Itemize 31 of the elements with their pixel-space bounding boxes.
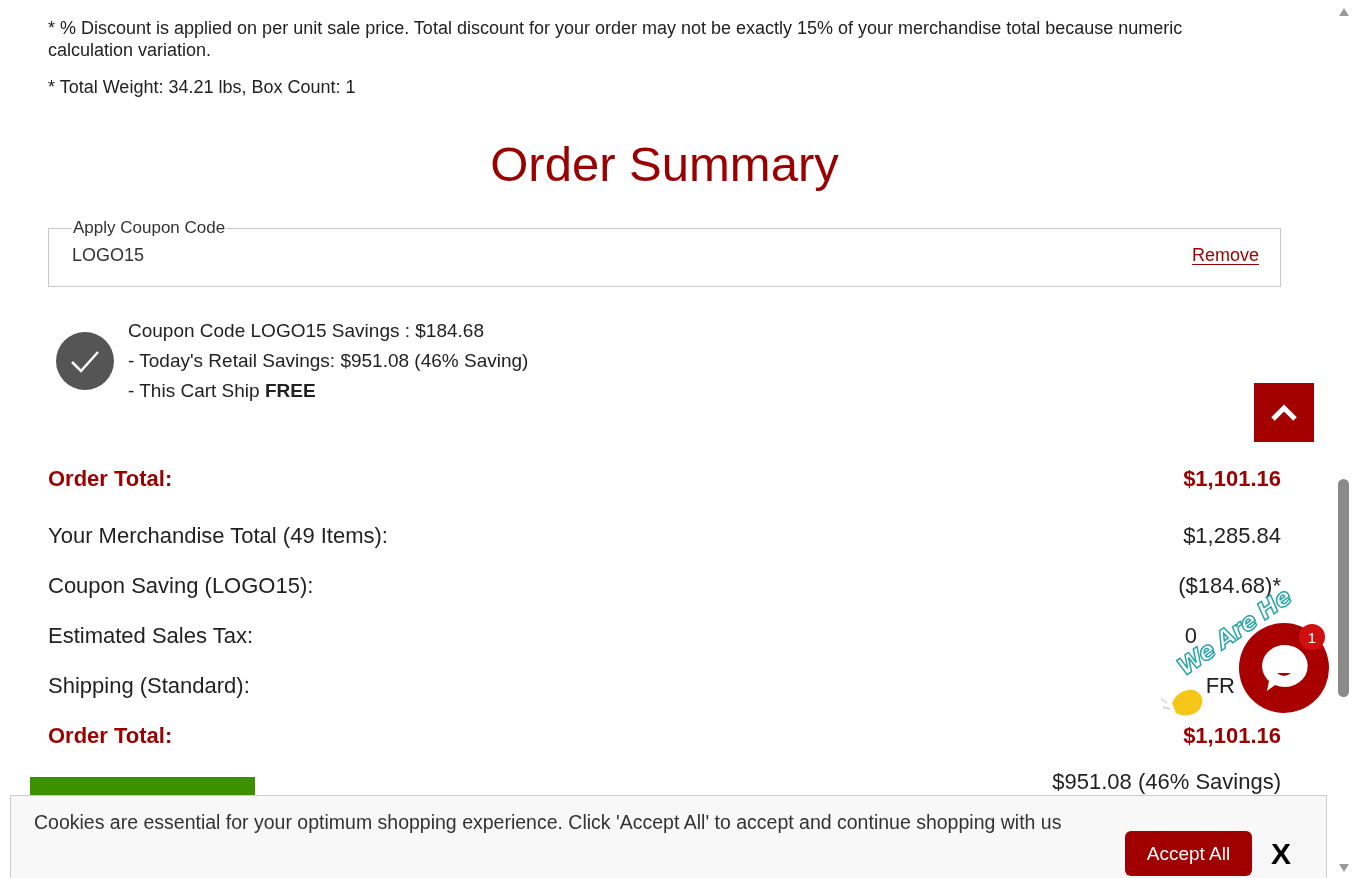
summary-label: Order Total: xyxy=(48,466,173,492)
savings-text: Coupon Code LOGO15 Savings : $184.68 xyxy=(128,319,485,343)
close-button[interactable]: X xyxy=(1268,836,1294,871)
remove-link[interactable]: Remove xyxy=(1191,244,1259,266)
chevron-up-icon xyxy=(1270,403,1298,422)
summary-value: $1,101.16 xyxy=(1183,723,1281,749)
coupon-value: LOGO15 xyxy=(72,244,145,266)
note-text: * Total Weight: 34.21 lbs, Box Count: 1 xyxy=(48,76,357,98)
summary-label: Order Total: xyxy=(48,723,173,749)
notification-badge: 1 xyxy=(1299,624,1325,650)
note-text: * % Discount is applied on per unit sale price. Total discount for your order may not be exactly 15% of your merchandise total because numeric calculation variation. xyxy=(48,17,1184,61)
savings-text: - This Cart Ship FREE xyxy=(128,379,317,403)
summary-value: $1,101.16 xyxy=(1183,466,1281,492)
check-icon xyxy=(56,332,114,390)
page-title: Order Summary xyxy=(489,136,840,192)
savings-text: - Today's Retail Savings: $951.08 (46% Saving) xyxy=(128,349,529,373)
coupon-field[interactable]: Apply Coupon Code LOGO15 Remove xyxy=(48,218,1281,287)
summary-label: Your Merchandise Total (49 Items): xyxy=(48,523,388,549)
cookie-message: Cookies are essential for your optimum shopping experience. Click 'Accept All' to accept and continue shopping with us xyxy=(34,811,1063,834)
savings-total: $951.08 (46% Savings) xyxy=(1052,768,1281,795)
scroll-up-icon[interactable] xyxy=(1338,8,1349,16)
accept-all-button[interactable]: Accept All xyxy=(1125,831,1252,876)
scrollbar-thumb[interactable] xyxy=(1338,479,1349,697)
scroll-top-button[interactable] xyxy=(1254,383,1314,442)
summary-value: FR xyxy=(1205,673,1235,699)
summary-label: Shipping (Standard): xyxy=(48,673,250,699)
summary-label: Coupon Saving (LOGO15): xyxy=(48,573,314,599)
field-label: Apply Coupon Code xyxy=(72,218,227,238)
summary-label: Estimated Sales Tax: xyxy=(48,623,254,649)
scroll-down-icon[interactable] xyxy=(1338,864,1349,872)
summary-value: $1,285.84 xyxy=(1183,523,1281,549)
